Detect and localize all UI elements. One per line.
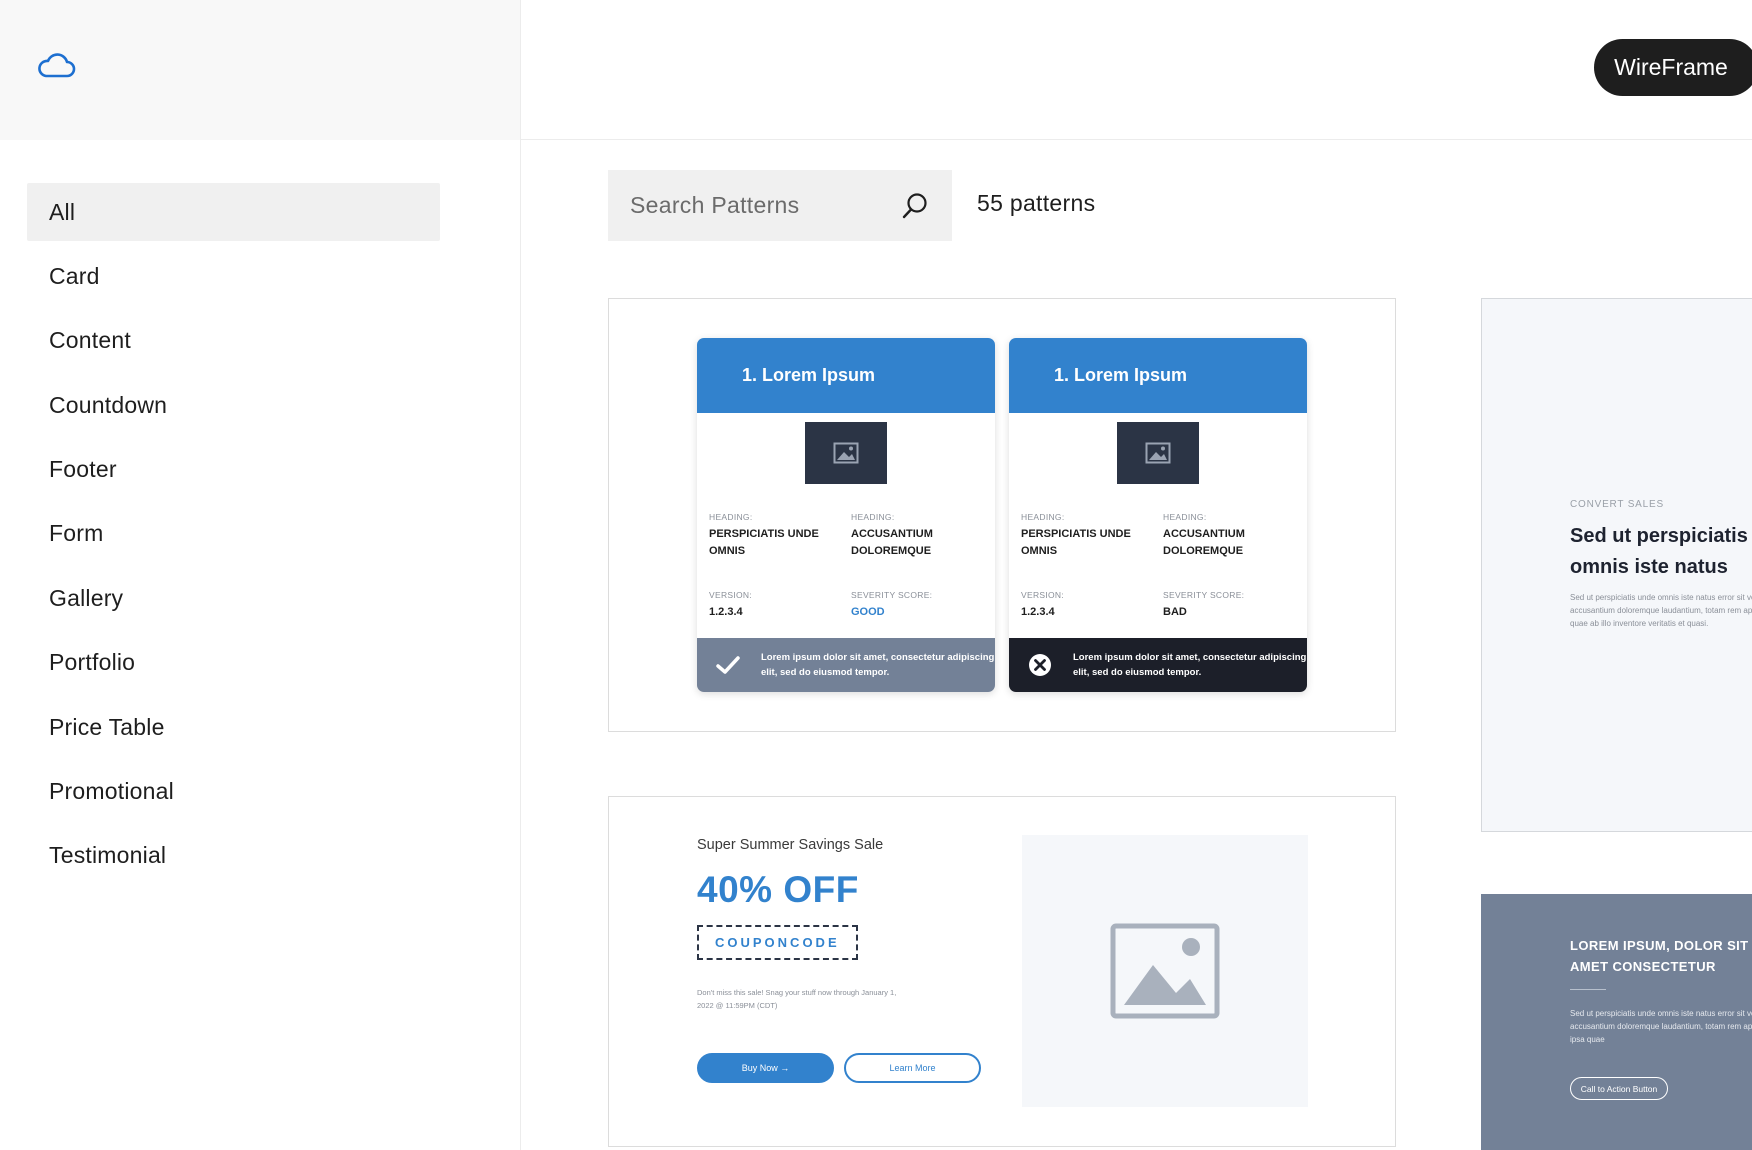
field-label: SEVERITY SCORE: bbox=[1163, 590, 1245, 600]
wireframe-button[interactable]: WireFrame bbox=[1594, 39, 1752, 96]
card-title: 1. Lorem Ipsum bbox=[697, 338, 995, 413]
search-input[interactable] bbox=[630, 192, 890, 219]
pattern-count: 55 patterns bbox=[977, 190, 1096, 216]
checkmark-icon bbox=[715, 652, 741, 678]
learn-more-button: Learn More bbox=[844, 1053, 981, 1083]
field-label: HEADING: bbox=[851, 512, 895, 522]
card-field: VERSION: 1.2.3.4 bbox=[1021, 590, 1161, 621]
search-box bbox=[608, 170, 952, 241]
close-circle-icon bbox=[1027, 652, 1053, 678]
field-label: HEADING: bbox=[709, 512, 753, 522]
category-content[interactable]: Content bbox=[27, 312, 440, 370]
cloud-icon[interactable] bbox=[34, 50, 78, 82]
promo-subtitle: Super Summer Savings Sale bbox=[697, 837, 884, 853]
promo-note: Don't miss this sale! Snag your stuff no… bbox=[697, 988, 897, 1010]
cta-body: Sed ut perspiciatis unde omnis iste natu… bbox=[1570, 1009, 1752, 1044]
card-footer: Lorem ipsum dolor sit amet, consectetur … bbox=[1009, 638, 1307, 692]
promo-buttons: Buy Now → Learn More bbox=[697, 1053, 981, 1083]
image-placeholder-icon bbox=[1022, 835, 1308, 1107]
category-promotional[interactable]: Promotional bbox=[27, 763, 440, 821]
pattern-library-app: All Card Content Countdown Footer Form G… bbox=[0, 0, 1752, 1150]
category-list: All Card Content Countdown Footer Form G… bbox=[27, 183, 440, 891]
field-label: SEVERITY SCORE: bbox=[851, 590, 933, 600]
card-field: SEVERITY SCORE: GOOD bbox=[851, 590, 991, 621]
content-body: Sed ut perspiciatis unde omnis iste natu… bbox=[1570, 593, 1752, 628]
severity-score-value: BAD bbox=[1163, 606, 1187, 618]
top-bar: WireFrame bbox=[521, 0, 1752, 140]
pattern-preview-cta[interactable]: LOREM IPSUM, DOLOR SIT AMET CONSECTETUR … bbox=[1481, 894, 1752, 1150]
field-value: PERSPICIATIS UNDE OMNIS bbox=[1021, 528, 1131, 557]
sidebar-header bbox=[0, 0, 520, 140]
pattern-preview-promo[interactable]: Super Summer Savings Sale 40% OFF COUPON… bbox=[608, 796, 1396, 1147]
card-preview-bad: 1. Lorem Ipsum HEADING: PERSPICIATIS UND… bbox=[1009, 338, 1307, 692]
divider bbox=[1570, 989, 1606, 990]
category-portfolio[interactable]: Portfolio bbox=[27, 634, 440, 692]
pattern-preview-cards[interactable]: 1. Lorem Ipsum HEADING: PERSPICIATIS UND… bbox=[608, 298, 1396, 732]
category-countdown[interactable]: Countdown bbox=[27, 376, 440, 434]
card-field: SEVERITY SCORE: BAD bbox=[1163, 590, 1303, 621]
content-eyebrow: CONVERT SALES bbox=[1570, 499, 1664, 510]
category-form[interactable]: Form bbox=[27, 505, 440, 563]
card-footer-text: Lorem ipsum dolor sit amet, consectetur … bbox=[761, 652, 995, 678]
field-label: VERSION: bbox=[1021, 590, 1065, 600]
buy-now-button: Buy Now → bbox=[697, 1053, 834, 1083]
category-card[interactable]: Card bbox=[27, 247, 440, 305]
field-label: HEADING: bbox=[1163, 512, 1207, 522]
card-field: HEADING: ACCUSANTIUM DOLOREMQUE bbox=[851, 512, 971, 560]
cta-button: Call to Action Button bbox=[1570, 1077, 1668, 1100]
field-value: ACCUSANTIUM DOLOREMQUE bbox=[851, 528, 933, 557]
image-placeholder-icon bbox=[805, 422, 887, 484]
card-preview-good: 1. Lorem Ipsum HEADING: PERSPICIATIS UND… bbox=[697, 338, 995, 692]
cta-heading: LOREM IPSUM, DOLOR SIT AMET CONSECTETUR bbox=[1570, 938, 1749, 974]
field-value: ACCUSANTIUM DOLOREMQUE bbox=[1163, 528, 1245, 557]
search-icon[interactable] bbox=[900, 191, 930, 221]
coupon-code: COUPONCODE bbox=[697, 925, 858, 960]
field-value: 1.2.3.4 bbox=[1021, 606, 1055, 618]
card-field: VERSION: 1.2.3.4 bbox=[709, 590, 849, 621]
promo-title: 40% OFF bbox=[697, 869, 859, 910]
promo-content: Super Summer Savings Sale 40% OFF COUPON… bbox=[697, 837, 997, 1012]
content-heading: Sed ut perspiciatis unde omnis iste natu… bbox=[1570, 525, 1752, 578]
field-label: HEADING: bbox=[1021, 512, 1065, 522]
field-value: 1.2.3.4 bbox=[709, 606, 743, 618]
pattern-preview-content[interactable]: CONVERT SALES Sed ut perspiciatis unde o… bbox=[1481, 298, 1752, 832]
card-field: HEADING: PERSPICIATIS UNDE OMNIS bbox=[1021, 512, 1161, 560]
severity-score-value: GOOD bbox=[851, 606, 885, 618]
category-all[interactable]: All bbox=[27, 183, 440, 241]
category-footer[interactable]: Footer bbox=[27, 441, 440, 499]
sidebar: All Card Content Countdown Footer Form G… bbox=[0, 0, 521, 1150]
category-gallery[interactable]: Gallery bbox=[27, 569, 440, 627]
category-price-table[interactable]: Price Table bbox=[27, 698, 440, 756]
image-placeholder-icon bbox=[1117, 422, 1199, 484]
field-label: VERSION: bbox=[709, 590, 753, 600]
category-testimonial[interactable]: Testimonial bbox=[27, 827, 440, 885]
card-footer-text: Lorem ipsum dolor sit amet, consectetur … bbox=[1073, 652, 1307, 678]
card-field: HEADING: PERSPICIATIS UNDE OMNIS bbox=[709, 512, 849, 560]
card-footer: Lorem ipsum dolor sit amet, consectetur … bbox=[697, 638, 995, 692]
field-value: PERSPICIATIS UNDE OMNIS bbox=[709, 528, 819, 557]
card-field: HEADING: ACCUSANTIUM DOLOREMQUE bbox=[1163, 512, 1283, 560]
card-title: 1. Lorem Ipsum bbox=[1009, 338, 1307, 413]
